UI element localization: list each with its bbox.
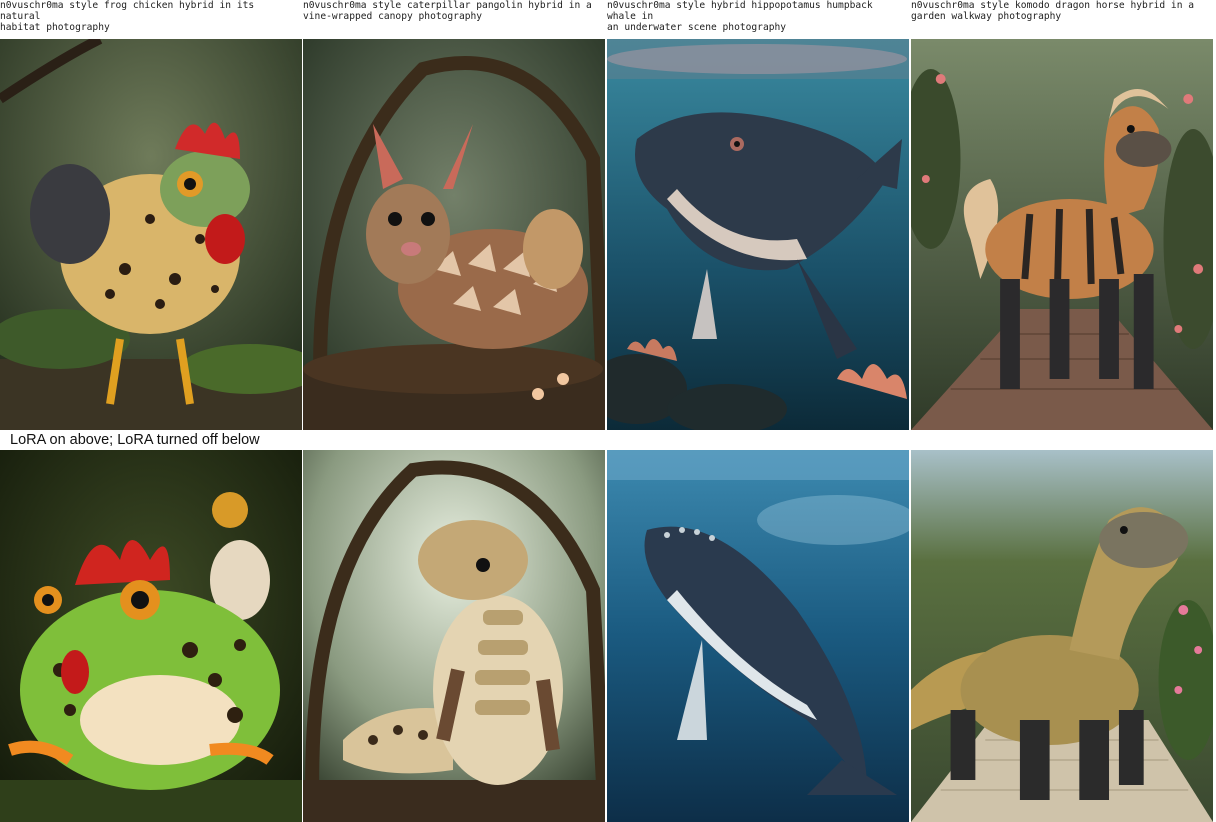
image-hippo-whale-hybrid xyxy=(607,39,909,430)
lora-off-row xyxy=(0,450,1216,822)
caption-frog-chicken: n0vuschr0ma style frog chicken hybrid in… xyxy=(0,0,255,33)
image-frog-chicken-hybrid xyxy=(0,39,302,430)
caption-caterpillar-pangolin: n0vuschr0ma style caterpillar pangolin h… xyxy=(303,0,592,22)
lora-on-row: n0vuschr0ma style frog chicken hybrid in… xyxy=(0,0,1216,430)
caption-hippo-whale: n0vuschr0ma style hybrid hippopotamus hu… xyxy=(607,0,873,33)
image-humpback-whale xyxy=(607,450,909,822)
image-pangolin xyxy=(303,450,605,822)
image-caterpillar-pangolin-hybrid xyxy=(303,39,605,430)
caption-komodo-horse: n0vuschr0ma style komodo dragon horse hy… xyxy=(911,0,1195,22)
image-komodo-horse-hybrid xyxy=(911,39,1213,430)
image-komodo-dragon xyxy=(911,450,1213,822)
image-frog xyxy=(0,450,302,822)
lora-divider-label: LoRA on above; LoRA turned off below xyxy=(10,432,260,448)
